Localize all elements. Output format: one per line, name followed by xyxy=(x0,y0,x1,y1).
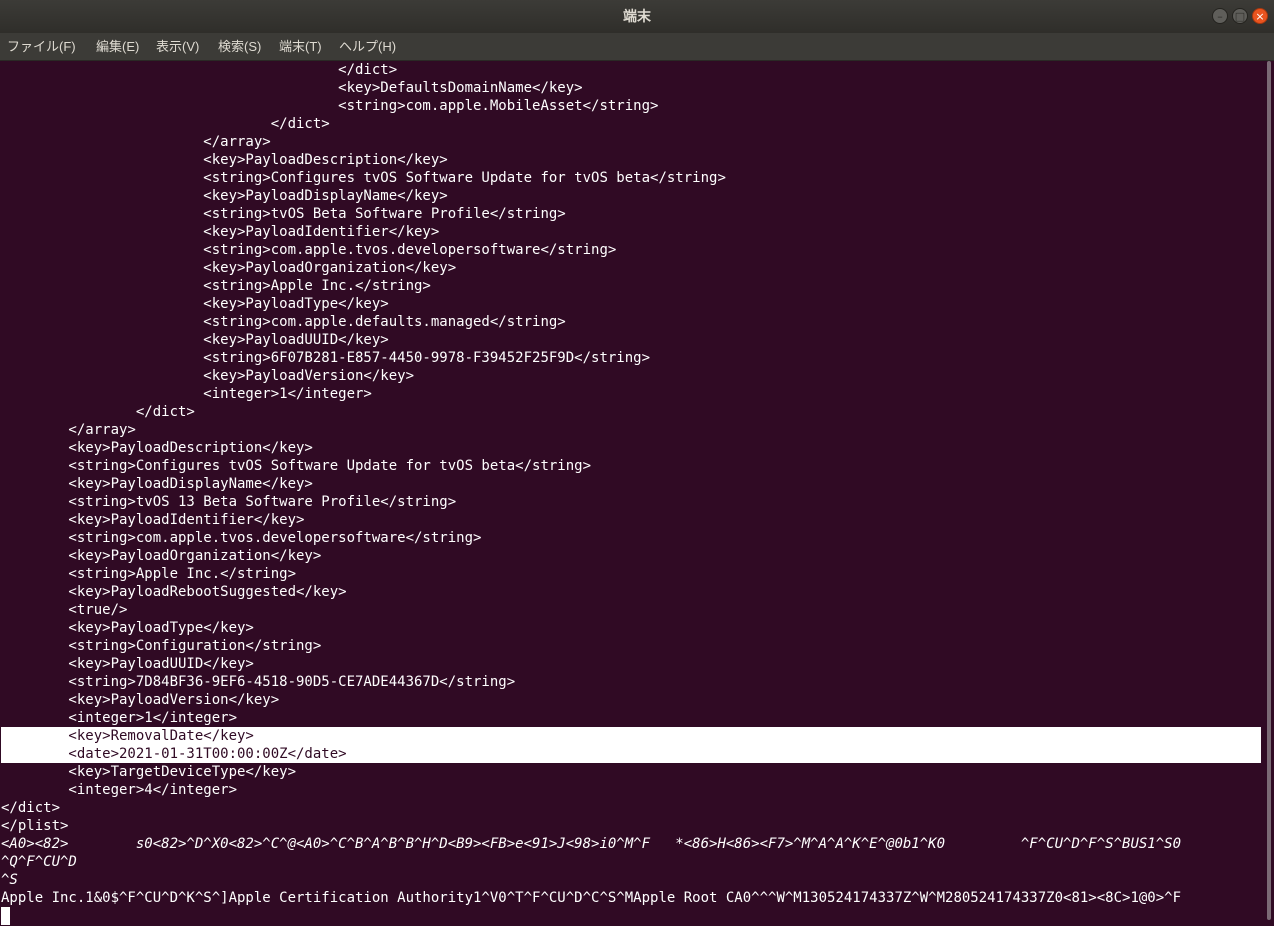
maximize-icon[interactable]: □ xyxy=(1232,8,1248,24)
terminal-line: <string>tvOS 13 Beta Software Profile</s… xyxy=(1,494,457,510)
terminal-line: <string>com.apple.MobileAsset</string> xyxy=(1,98,659,114)
terminal-line: <key>PayloadDisplayName</key> xyxy=(1,188,448,204)
terminal-line: <string>com.apple.defaults.managed</stri… xyxy=(1,314,566,330)
terminal-line: <A0><82> s0<82>^D^X0<82>^C^@<A0>^C^B^A^B… xyxy=(1,836,1182,852)
terminal-line: </dict> xyxy=(1,116,330,132)
terminal-line: <string>com.apple.tvos.developersoftware… xyxy=(1,530,482,546)
terminal-line: <string>Configures tvOS Software Update … xyxy=(1,170,726,186)
terminal-line: <key>PayloadDisplayName</key> xyxy=(1,476,313,492)
menu-bar: ファイル(F) 編集(E) 表示(V) 検索(S) 端末(T) ヘルプ(H) xyxy=(0,33,1274,61)
terminal-line: <integer>1</integer> xyxy=(1,710,238,726)
terminal-line: <key>PayloadDescription</key> xyxy=(1,440,313,456)
terminal-line: </array> xyxy=(1,422,136,438)
terminal-line: <integer>1</integer> xyxy=(1,386,372,402)
menu-view[interactable]: 表示(V) xyxy=(156,33,199,60)
terminal-line: <true/> xyxy=(1,602,128,618)
terminal-line: <integer>4</integer> xyxy=(1,782,238,798)
terminal-line: <string>com.apple.tvos.developersoftware… xyxy=(1,242,617,258)
terminal-line: <key>PayloadOrganization</key> xyxy=(1,260,457,276)
menu-help[interactable]: ヘルプ(H) xyxy=(339,33,396,60)
menu-terminal[interactable]: 端末(T) xyxy=(279,33,322,60)
terminal-line: <date>2021-01-31T00:00:00Z</date> xyxy=(1,745,1261,763)
terminal-line: <string>Apple Inc.</string> xyxy=(1,278,431,294)
menu-file[interactable]: ファイル(F) xyxy=(7,33,76,60)
text-cursor xyxy=(1,907,10,925)
terminal-line: </array> xyxy=(1,134,271,150)
scrollbar[interactable] xyxy=(1266,61,1272,926)
terminal-line: Apple Inc.1&0$^F^CU^D^K^S^]Apple Certifi… xyxy=(1,890,1182,906)
menu-edit[interactable]: 編集(E) xyxy=(96,33,139,60)
terminal-line: ^Q^F^CU^D xyxy=(1,854,77,870)
terminal-line: <key>PayloadRebootSuggested</key> xyxy=(1,584,347,600)
terminal-line: <key>PayloadType</key> xyxy=(1,620,254,636)
terminal-line: </plist> xyxy=(1,818,69,834)
close-icon[interactable]: × xyxy=(1252,8,1268,24)
terminal-line: <key>PayloadUUID</key> xyxy=(1,656,254,672)
terminal-line: <string>Configuration</string> xyxy=(1,638,322,654)
terminal-line: </dict> xyxy=(1,62,398,78)
terminal-line: <key>PayloadType</key> xyxy=(1,296,389,312)
terminal-line: <key>PayloadVersion</key> xyxy=(1,692,280,708)
terminal-line: <key>PayloadUUID</key> xyxy=(1,332,389,348)
terminal-output[interactable]: </dict> <key>DefaultsDomainName</key> <s… xyxy=(0,61,1262,926)
menu-search[interactable]: 検索(S) xyxy=(218,33,261,60)
terminal-line: <key>PayloadOrganization</key> xyxy=(1,548,322,564)
terminal-line: </dict> xyxy=(1,404,195,420)
terminal-line: <string>7D84BF36-9EF6-4518-90D5-CE7ADE44… xyxy=(1,674,516,690)
terminal-line: <key>PayloadIdentifier</key> xyxy=(1,224,440,240)
terminal-line: <string>Configures tvOS Software Update … xyxy=(1,458,592,474)
terminal-line: <key>DefaultsDomainName</key> xyxy=(1,80,583,96)
minimize-icon[interactable]: – xyxy=(1212,8,1228,24)
terminal-line: <key>RemovalDate</key> xyxy=(1,727,1261,745)
terminal-line: <string>6F07B281-E857-4450-9978-F39452F2… xyxy=(1,350,651,366)
terminal-line: <key>PayloadIdentifier</key> xyxy=(1,512,305,528)
window-title: 端末 xyxy=(623,8,651,24)
terminal-line: <key>PayloadVersion</key> xyxy=(1,368,415,384)
terminal-line: </dict> xyxy=(1,800,61,816)
terminal-line: <string>tvOS Beta Software Profile</stri… xyxy=(1,206,566,222)
title-bar: 端末 – □ × xyxy=(0,0,1274,33)
scrollbar-thumb[interactable] xyxy=(1267,61,1271,920)
terminal-line: <key>PayloadDescription</key> xyxy=(1,152,448,168)
terminal-line: ^S xyxy=(1,872,18,888)
terminal-line: <key>TargetDeviceType</key> xyxy=(1,764,297,780)
terminal-line: <string>Apple Inc.</string> xyxy=(1,566,297,582)
